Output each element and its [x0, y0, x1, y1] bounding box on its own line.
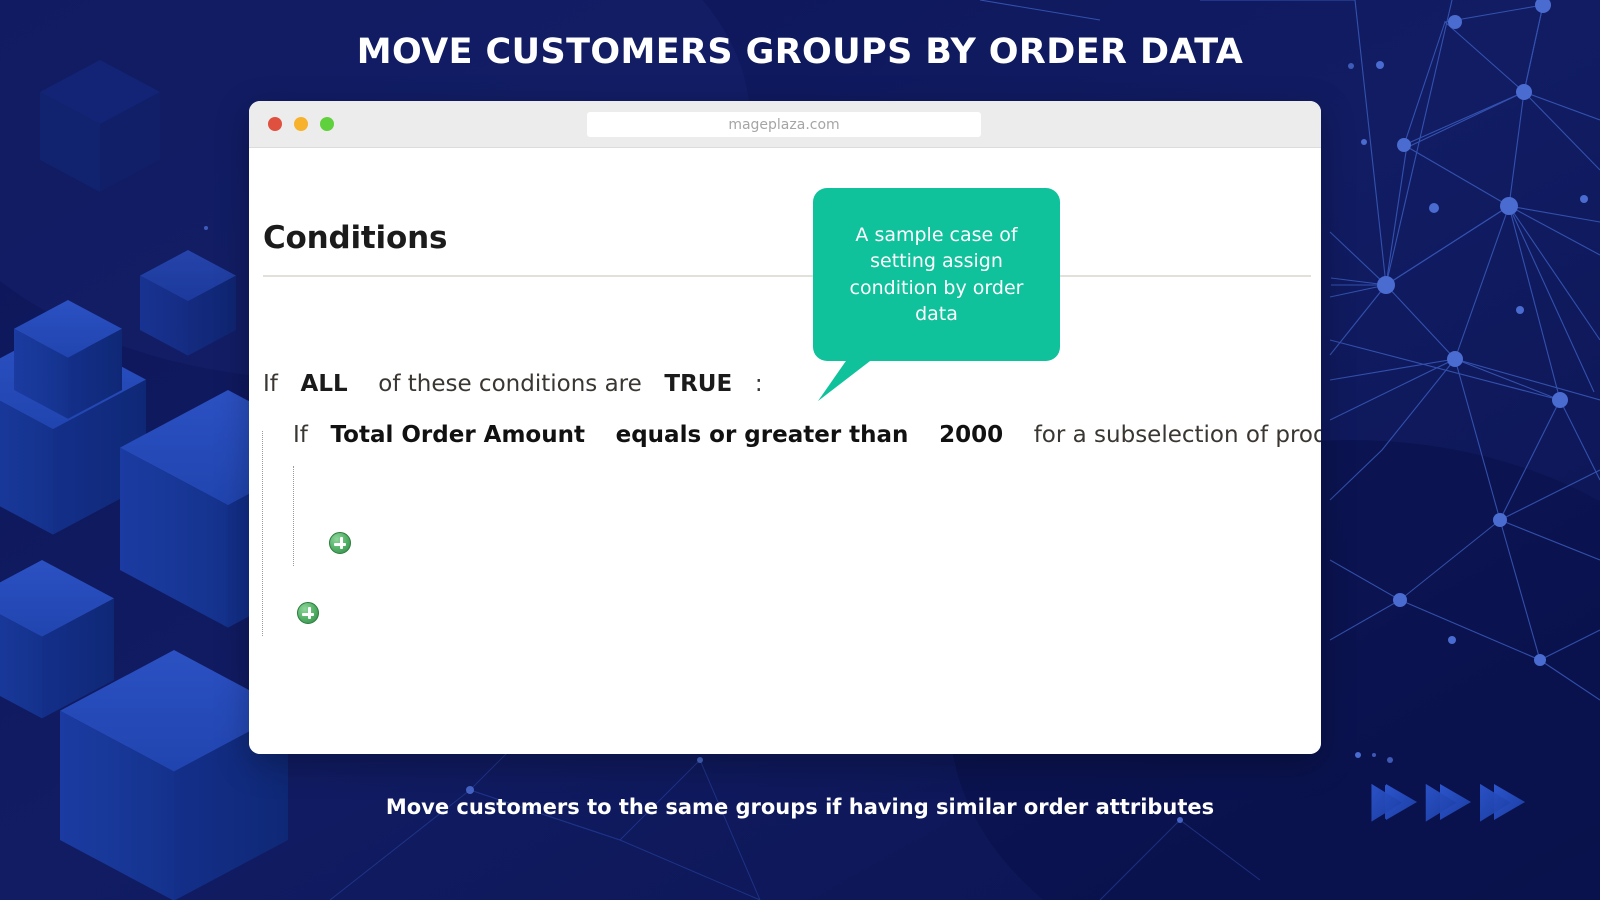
callout-text: A sample case of setting assign conditio… [849, 224, 1024, 325]
browser-window: mageplaza.com Conditions If ALL of these… [249, 101, 1321, 754]
add-root-condition-button[interactable] [297, 602, 319, 624]
child-condition-attribute[interactable]: Total Order Amount [331, 422, 585, 448]
callout-tail-icon [818, 358, 874, 401]
condition-tree-guide-inner [293, 466, 294, 566]
add-child-condition-button[interactable] [329, 532, 351, 554]
page-title: MOVE CUSTOMERS GROUPS BY ORDER DATA [356, 32, 1244, 72]
browser-titlebar: mageplaza.com [249, 101, 1321, 148]
address-bar-url: mageplaza.com [728, 116, 840, 133]
child-condition-suffix: for a subselection of products i [1033, 422, 1321, 448]
heading-divider [263, 275, 1311, 277]
child-condition-value[interactable]: 2000 [939, 422, 1003, 448]
root-condition-value[interactable]: TRUE [664, 371, 732, 397]
root-condition-aggregator[interactable]: ALL [301, 371, 348, 397]
root-condition-middle: of these conditions are [378, 371, 642, 397]
page-viewport: Conditions If ALL of these conditions ar… [249, 148, 1321, 754]
callout-bubble: A sample case of setting assign conditio… [813, 188, 1060, 361]
child-condition-prefix: If [293, 422, 308, 448]
child-condition-row: If Total Order Amount equals or greater … [293, 422, 1321, 448]
infographic-stage: MOVE CUSTOMERS GROUPS BY ORDER DATA mage… [0, 0, 1600, 900]
minimize-window-button[interactable] [294, 117, 308, 131]
condition-tree-guide-outer [262, 431, 263, 636]
root-condition-suffix: : [754, 371, 763, 397]
maximize-window-button[interactable] [320, 117, 334, 131]
root-condition-prefix: If [263, 371, 278, 397]
address-bar[interactable]: mageplaza.com [587, 112, 981, 137]
close-window-button[interactable] [268, 117, 282, 131]
conditions-heading: Conditions [263, 220, 448, 256]
window-controls [268, 117, 334, 131]
root-condition-row: If ALL of these conditions are TRUE : [263, 371, 763, 397]
page-caption: Move customers to the same groups if hav… [385, 795, 1215, 819]
child-condition-operator[interactable]: equals or greater than [616, 422, 909, 448]
